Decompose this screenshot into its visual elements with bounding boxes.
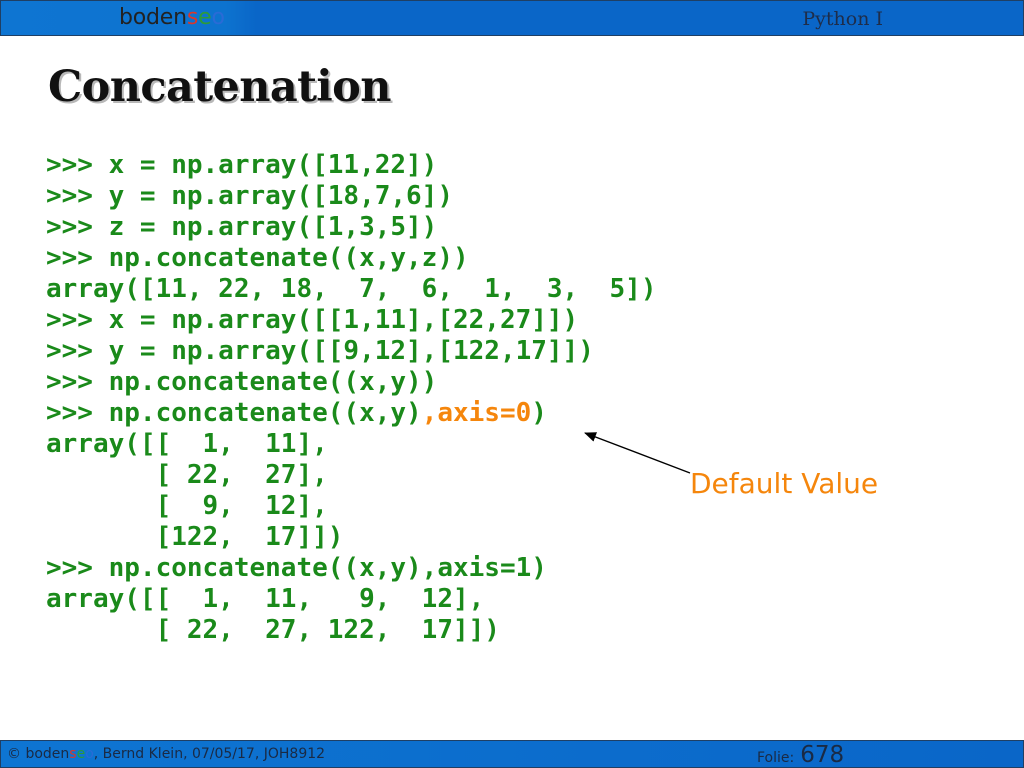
default-value-label: Default Value bbox=[690, 467, 879, 500]
logo-text-e: e bbox=[198, 5, 212, 30]
footer-logo-boden: boden bbox=[25, 746, 70, 762]
code-output-line: [ 22, 27, 122, 17]]) bbox=[46, 615, 500, 645]
footer-details: , Bernd Klein, 07/05/17, JOH8912 bbox=[93, 746, 326, 762]
folie-label: Folie: bbox=[757, 750, 795, 766]
code-line: >>> z = np.array([1,3,5]) bbox=[46, 212, 438, 242]
slide-number: Folie: 678 bbox=[757, 742, 844, 768]
code-line: >>> y = np.array([[9,12],[122,17]]) bbox=[46, 336, 594, 366]
footer-logo-e: e bbox=[76, 746, 86, 762]
code-line-suffix: ) bbox=[531, 398, 547, 428]
footer-credit: © bodenseo, Bernd Klein, 07/05/17, JOH89… bbox=[7, 746, 325, 762]
code-line: >>> x = np.array([[1,11],[22,27]]) bbox=[46, 305, 579, 335]
code-output-line: array([[ 1, 11], bbox=[46, 429, 328, 459]
code-output-line: array([11, 22, 18, 7, 6, 1, 3, 5]) bbox=[46, 274, 657, 304]
footer-logo-s: s bbox=[69, 746, 77, 762]
code-line: >>> y = np.array([18,7,6]) bbox=[46, 181, 453, 211]
footer-bar: © bodenseo, Bernd Klein, 07/05/17, JOH89… bbox=[0, 740, 1024, 768]
code-line: >>> x = np.array([11,22]) bbox=[46, 150, 438, 180]
slide-title: Concatenation bbox=[48, 62, 392, 112]
code-line-prefix: >>> np.concatenate((x,y) bbox=[46, 398, 422, 428]
axis-default-highlight: ,axis=0 bbox=[421, 398, 532, 428]
code-output-line: [ 22, 27], bbox=[46, 460, 328, 490]
code-block: >>> x = np.array([11,22]) >>> y = np.arr… bbox=[46, 150, 656, 646]
code-line: >>> np.concatenate((x,y),axis=1) bbox=[46, 553, 547, 583]
course-title: Python I bbox=[802, 8, 883, 30]
code-line: >>> np.concatenate((x,y)) bbox=[46, 367, 438, 397]
logo-text-boden: boden bbox=[119, 5, 187, 30]
folie-number: 678 bbox=[800, 742, 845, 768]
bodenseo-logo: bodenseo bbox=[119, 5, 225, 31]
code-output-line: [ 9, 12], bbox=[46, 491, 328, 521]
code-output-line: [122, 17]]) bbox=[46, 522, 344, 552]
logo-text-o: o bbox=[211, 5, 225, 30]
copyright-symbol: © bbox=[7, 746, 21, 762]
footer-logo-o: o bbox=[85, 746, 94, 762]
code-line-highlighted: >>> np.concatenate((x,y),axis=0) bbox=[46, 398, 656, 429]
footer-logo: bodenseo bbox=[25, 746, 93, 762]
header-bar: bodenseo Python I bbox=[0, 0, 1024, 36]
logo-text-s: s bbox=[186, 5, 199, 30]
code-line: >>> np.concatenate((x,y,z)) bbox=[46, 243, 469, 273]
code-output-line: array([[ 1, 11, 9, 12], bbox=[46, 584, 485, 614]
